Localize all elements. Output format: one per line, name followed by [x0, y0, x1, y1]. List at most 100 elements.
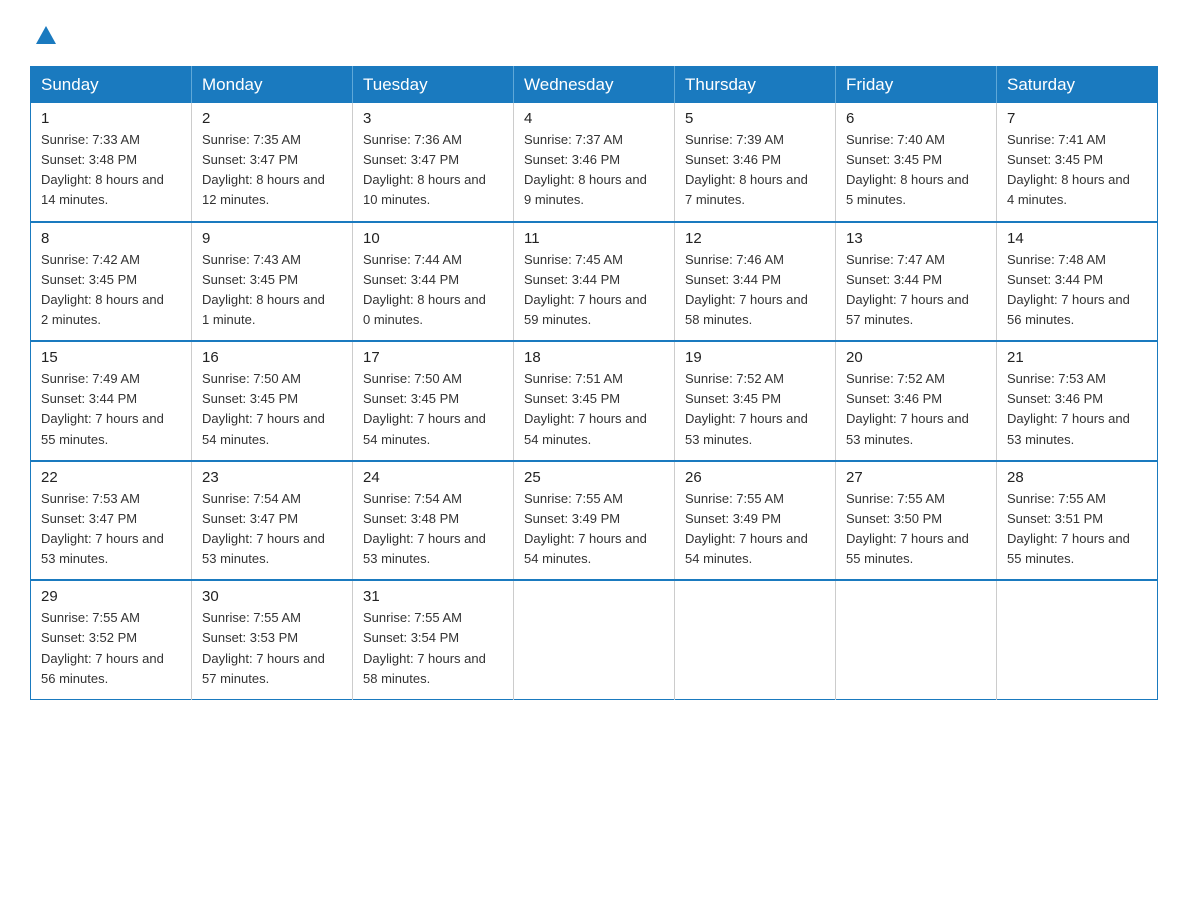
- day-number: 25: [524, 469, 664, 486]
- day-number: 10: [363, 230, 503, 247]
- calendar-day-cell: 1 Sunrise: 7:33 AM Sunset: 3:48 PM Dayli…: [31, 103, 192, 222]
- day-of-week-header: Monday: [192, 67, 353, 104]
- day-number: 29: [41, 588, 181, 605]
- day-info: Sunrise: 7:52 AM Sunset: 3:45 PM Dayligh…: [685, 371, 808, 446]
- day-info: Sunrise: 7:39 AM Sunset: 3:46 PM Dayligh…: [685, 132, 808, 207]
- calendar-day-cell: 27 Sunrise: 7:55 AM Sunset: 3:50 PM Dayl…: [836, 461, 997, 581]
- day-number: 23: [202, 469, 342, 486]
- day-of-week-header: Saturday: [997, 67, 1158, 104]
- calendar-day-cell: 16 Sunrise: 7:50 AM Sunset: 3:45 PM Dayl…: [192, 341, 353, 461]
- logo-general-line: [30, 20, 60, 48]
- day-info: Sunrise: 7:44 AM Sunset: 3:44 PM Dayligh…: [363, 252, 486, 327]
- calendar-day-cell: 2 Sunrise: 7:35 AM Sunset: 3:47 PM Dayli…: [192, 103, 353, 222]
- calendar-day-cell: 6 Sunrise: 7:40 AM Sunset: 3:45 PM Dayli…: [836, 103, 997, 222]
- day-info: Sunrise: 7:47 AM Sunset: 3:44 PM Dayligh…: [846, 252, 969, 327]
- day-number: 17: [363, 349, 503, 366]
- calendar-week-row: 1 Sunrise: 7:33 AM Sunset: 3:48 PM Dayli…: [31, 103, 1158, 222]
- calendar-day-cell: 10 Sunrise: 7:44 AM Sunset: 3:44 PM Dayl…: [353, 222, 514, 342]
- day-number: 28: [1007, 469, 1147, 486]
- calendar-day-cell: 20 Sunrise: 7:52 AM Sunset: 3:46 PM Dayl…: [836, 341, 997, 461]
- day-number: 26: [685, 469, 825, 486]
- day-number: 4: [524, 110, 664, 127]
- day-info: Sunrise: 7:50 AM Sunset: 3:45 PM Dayligh…: [363, 371, 486, 446]
- day-info: Sunrise: 7:37 AM Sunset: 3:46 PM Dayligh…: [524, 132, 647, 207]
- day-info: Sunrise: 7:52 AM Sunset: 3:46 PM Dayligh…: [846, 371, 969, 446]
- day-number: 9: [202, 230, 342, 247]
- calendar-day-cell: [675, 580, 836, 699]
- day-number: 5: [685, 110, 825, 127]
- day-info: Sunrise: 7:45 AM Sunset: 3:44 PM Dayligh…: [524, 252, 647, 327]
- day-of-week-header: Tuesday: [353, 67, 514, 104]
- day-number: 21: [1007, 349, 1147, 366]
- calendar-day-cell: 12 Sunrise: 7:46 AM Sunset: 3:44 PM Dayl…: [675, 222, 836, 342]
- calendar-day-cell: 31 Sunrise: 7:55 AM Sunset: 3:54 PM Dayl…: [353, 580, 514, 699]
- calendar-day-cell: [836, 580, 997, 699]
- day-info: Sunrise: 7:53 AM Sunset: 3:47 PM Dayligh…: [41, 491, 164, 566]
- calendar-day-cell: 14 Sunrise: 7:48 AM Sunset: 3:44 PM Dayl…: [997, 222, 1158, 342]
- calendar-day-cell: 19 Sunrise: 7:52 AM Sunset: 3:45 PM Dayl…: [675, 341, 836, 461]
- day-number: 24: [363, 469, 503, 486]
- day-number: 6: [846, 110, 986, 127]
- day-of-week-header: Wednesday: [514, 67, 675, 104]
- day-info: Sunrise: 7:53 AM Sunset: 3:46 PM Dayligh…: [1007, 371, 1130, 446]
- calendar-day-cell: [997, 580, 1158, 699]
- calendar-day-cell: 25 Sunrise: 7:55 AM Sunset: 3:49 PM Dayl…: [514, 461, 675, 581]
- day-info: Sunrise: 7:55 AM Sunset: 3:53 PM Dayligh…: [202, 610, 325, 685]
- calendar-day-cell: 4 Sunrise: 7:37 AM Sunset: 3:46 PM Dayli…: [514, 103, 675, 222]
- calendar-week-row: 29 Sunrise: 7:55 AM Sunset: 3:52 PM Dayl…: [31, 580, 1158, 699]
- calendar-week-row: 15 Sunrise: 7:49 AM Sunset: 3:44 PM Dayl…: [31, 341, 1158, 461]
- day-number: 13: [846, 230, 986, 247]
- day-info: Sunrise: 7:55 AM Sunset: 3:52 PM Dayligh…: [41, 610, 164, 685]
- day-info: Sunrise: 7:54 AM Sunset: 3:48 PM Dayligh…: [363, 491, 486, 566]
- day-number: 1: [41, 110, 181, 127]
- calendar-day-cell: 8 Sunrise: 7:42 AM Sunset: 3:45 PM Dayli…: [31, 222, 192, 342]
- day-number: 19: [685, 349, 825, 366]
- day-info: Sunrise: 7:54 AM Sunset: 3:47 PM Dayligh…: [202, 491, 325, 566]
- calendar-day-cell: 5 Sunrise: 7:39 AM Sunset: 3:46 PM Dayli…: [675, 103, 836, 222]
- day-number: 22: [41, 469, 181, 486]
- calendar-day-cell: 23 Sunrise: 7:54 AM Sunset: 3:47 PM Dayl…: [192, 461, 353, 581]
- calendar-day-cell: 28 Sunrise: 7:55 AM Sunset: 3:51 PM Dayl…: [997, 461, 1158, 581]
- calendar-day-cell: 15 Sunrise: 7:49 AM Sunset: 3:44 PM Dayl…: [31, 341, 192, 461]
- day-info: Sunrise: 7:50 AM Sunset: 3:45 PM Dayligh…: [202, 371, 325, 446]
- day-number: 27: [846, 469, 986, 486]
- days-of-week-row: SundayMondayTuesdayWednesdayThursdayFrid…: [31, 67, 1158, 104]
- logo: [30, 20, 60, 48]
- day-number: 8: [41, 230, 181, 247]
- logo-triangle-icon: [32, 20, 60, 48]
- day-info: Sunrise: 7:40 AM Sunset: 3:45 PM Dayligh…: [846, 132, 969, 207]
- day-number: 7: [1007, 110, 1147, 127]
- day-info: Sunrise: 7:55 AM Sunset: 3:49 PM Dayligh…: [685, 491, 808, 566]
- day-info: Sunrise: 7:42 AM Sunset: 3:45 PM Dayligh…: [41, 252, 164, 327]
- day-info: Sunrise: 7:55 AM Sunset: 3:54 PM Dayligh…: [363, 610, 486, 685]
- day-info: Sunrise: 7:49 AM Sunset: 3:44 PM Dayligh…: [41, 371, 164, 446]
- day-number: 16: [202, 349, 342, 366]
- day-info: Sunrise: 7:55 AM Sunset: 3:49 PM Dayligh…: [524, 491, 647, 566]
- day-number: 3: [363, 110, 503, 127]
- calendar-header: SundayMondayTuesdayWednesdayThursdayFrid…: [31, 67, 1158, 104]
- calendar-day-cell: 7 Sunrise: 7:41 AM Sunset: 3:45 PM Dayli…: [997, 103, 1158, 222]
- day-number: 2: [202, 110, 342, 127]
- day-number: 31: [363, 588, 503, 605]
- day-info: Sunrise: 7:43 AM Sunset: 3:45 PM Dayligh…: [202, 252, 325, 327]
- calendar-day-cell: 30 Sunrise: 7:55 AM Sunset: 3:53 PM Dayl…: [192, 580, 353, 699]
- calendar-day-cell: 18 Sunrise: 7:51 AM Sunset: 3:45 PM Dayl…: [514, 341, 675, 461]
- day-info: Sunrise: 7:41 AM Sunset: 3:45 PM Dayligh…: [1007, 132, 1130, 207]
- calendar-week-row: 22 Sunrise: 7:53 AM Sunset: 3:47 PM Dayl…: [31, 461, 1158, 581]
- day-number: 15: [41, 349, 181, 366]
- day-info: Sunrise: 7:33 AM Sunset: 3:48 PM Dayligh…: [41, 132, 164, 207]
- calendar-day-cell: 11 Sunrise: 7:45 AM Sunset: 3:44 PM Dayl…: [514, 222, 675, 342]
- calendar-day-cell: 29 Sunrise: 7:55 AM Sunset: 3:52 PM Dayl…: [31, 580, 192, 699]
- calendar-body: 1 Sunrise: 7:33 AM Sunset: 3:48 PM Dayli…: [31, 103, 1158, 699]
- day-info: Sunrise: 7:48 AM Sunset: 3:44 PM Dayligh…: [1007, 252, 1130, 327]
- day-info: Sunrise: 7:51 AM Sunset: 3:45 PM Dayligh…: [524, 371, 647, 446]
- calendar-day-cell: 17 Sunrise: 7:50 AM Sunset: 3:45 PM Dayl…: [353, 341, 514, 461]
- day-info: Sunrise: 7:55 AM Sunset: 3:50 PM Dayligh…: [846, 491, 969, 566]
- day-info: Sunrise: 7:46 AM Sunset: 3:44 PM Dayligh…: [685, 252, 808, 327]
- day-number: 12: [685, 230, 825, 247]
- calendar-week-row: 8 Sunrise: 7:42 AM Sunset: 3:45 PM Dayli…: [31, 222, 1158, 342]
- calendar-day-cell: 13 Sunrise: 7:47 AM Sunset: 3:44 PM Dayl…: [836, 222, 997, 342]
- day-info: Sunrise: 7:55 AM Sunset: 3:51 PM Dayligh…: [1007, 491, 1130, 566]
- calendar-day-cell: 3 Sunrise: 7:36 AM Sunset: 3:47 PM Dayli…: [353, 103, 514, 222]
- day-of-week-header: Thursday: [675, 67, 836, 104]
